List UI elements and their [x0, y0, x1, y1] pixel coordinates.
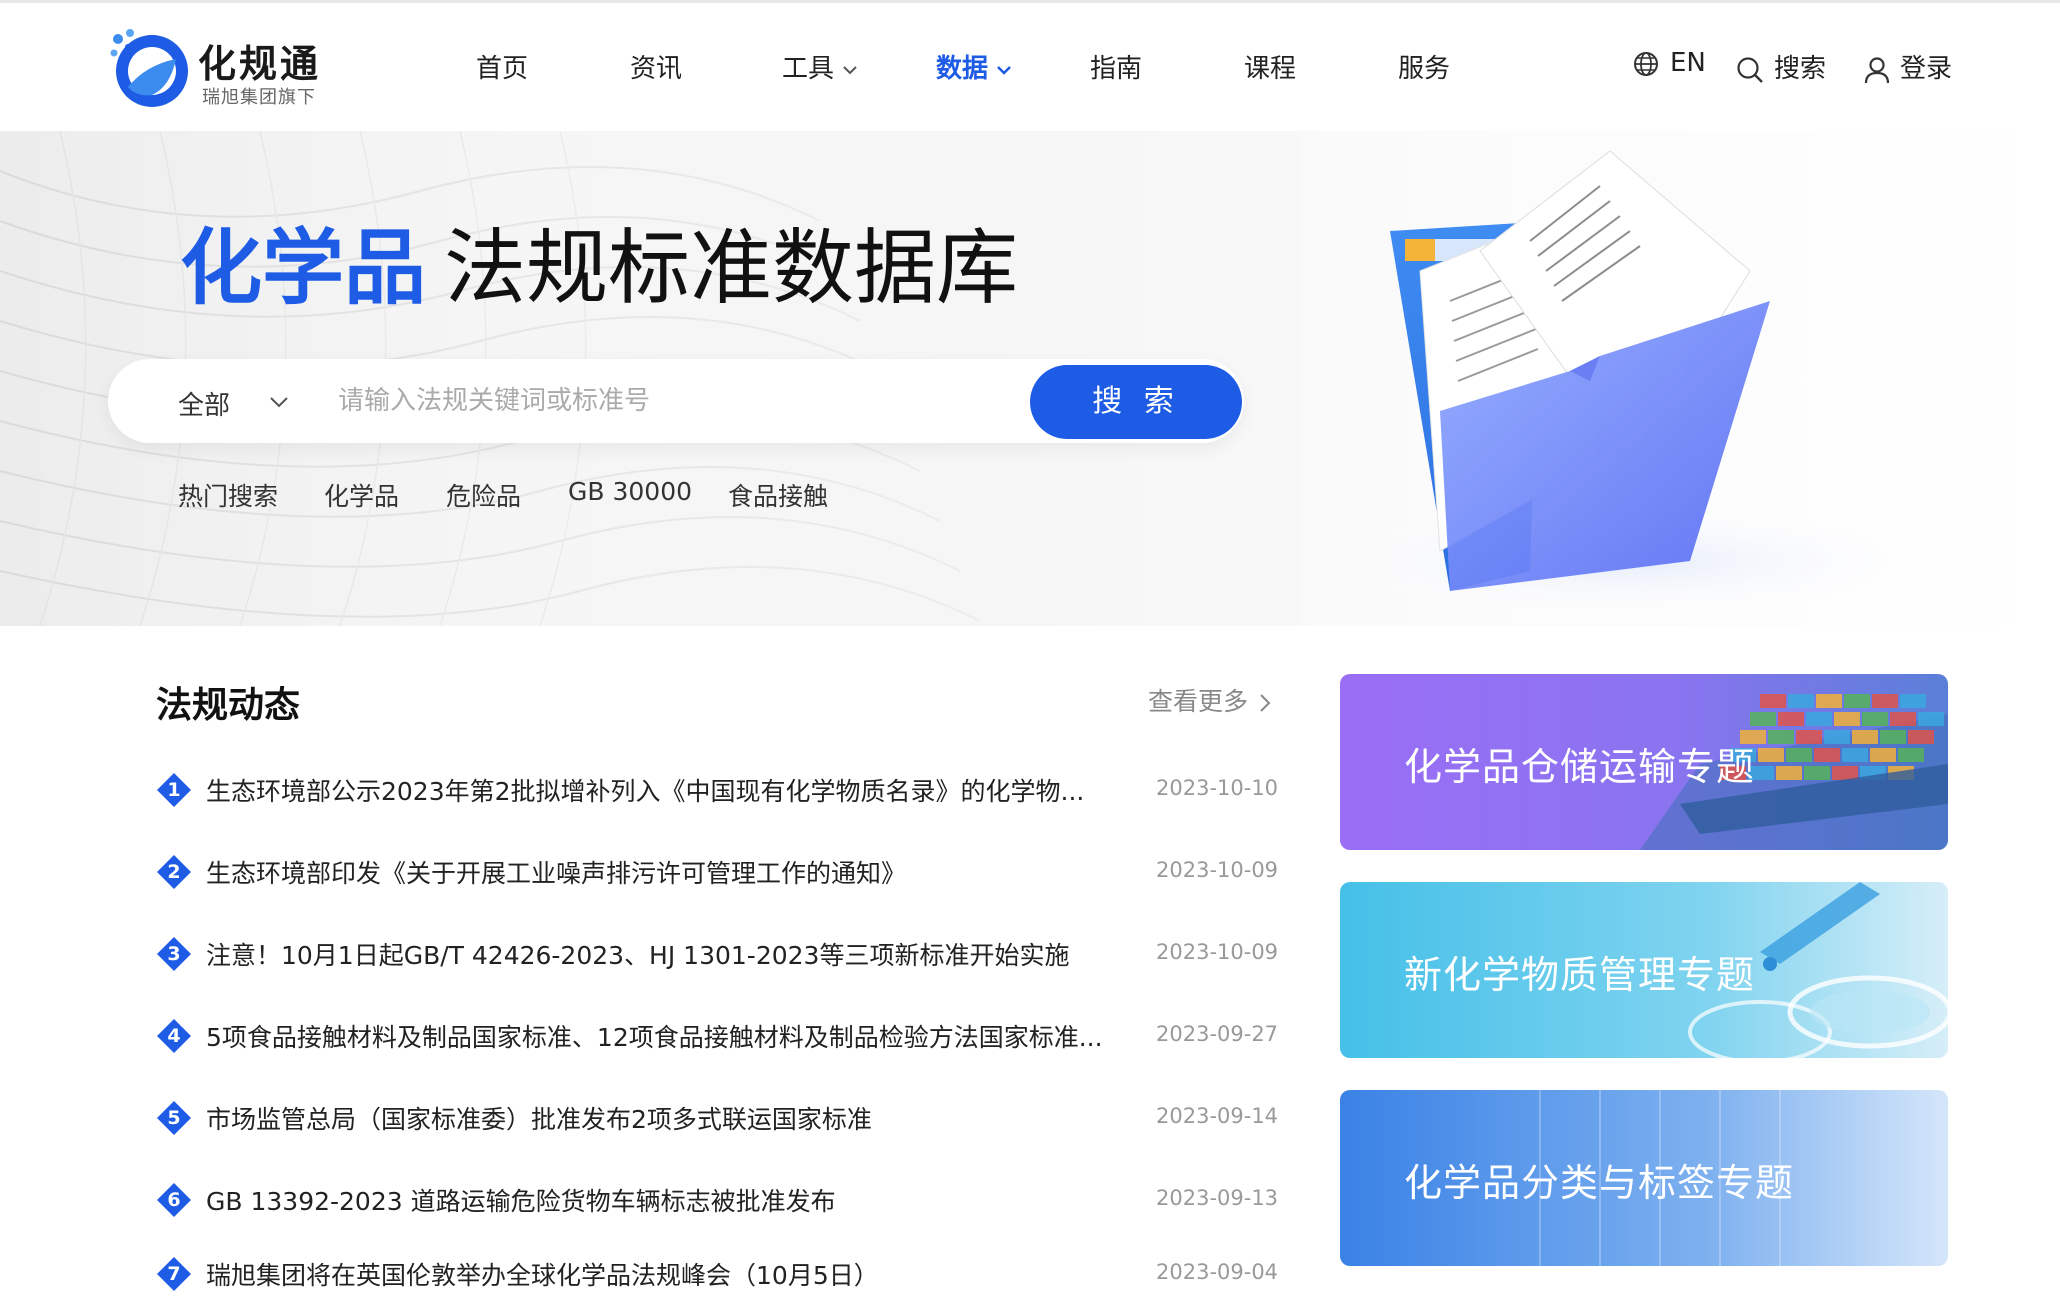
- news-number: 2: [167, 861, 181, 883]
- brand-name: 化规通: [198, 42, 322, 86]
- number-badge-icon: 1: [156, 772, 192, 808]
- hero-banner: 化学品法规标准数据库 全部 搜 索 热门搜索 化学品 危险品 GB 30000 …: [0, 131, 2060, 626]
- topic-title: 化学品仓储运输专题: [1404, 745, 1756, 789]
- login-link[interactable]: 登录: [1864, 48, 1952, 85]
- chevron-down-icon: [843, 65, 857, 74]
- number-badge-icon: 6: [156, 1182, 192, 1218]
- search-input[interactable]: [338, 379, 1088, 423]
- nav-item-services[interactable]: 服务: [1398, 48, 1450, 85]
- search-button[interactable]: 搜 索: [1030, 365, 1242, 439]
- database-search-bar: 全部 搜 索: [108, 359, 1244, 443]
- news-number: 1: [167, 779, 181, 801]
- news-number: 4: [167, 1025, 181, 1047]
- news-title: GB 13392-2023 道路运输危险货物车辆标志被批准发布: [206, 1187, 836, 1216]
- news-section-title: 法规动态: [156, 685, 301, 726]
- topic-card-new-substances[interactable]: 新化学物质管理专题: [1340, 882, 1948, 1058]
- nav-label: 首页: [476, 54, 529, 84]
- nav-item-tools[interactable]: 工具: [782, 48, 858, 85]
- news-title: 市场监管总局（国家标准委）批准发布2项多式联运国家标准: [206, 1105, 872, 1134]
- news-item[interactable]: 5 市场监管总局（国家标准委）批准发布2项多式联运国家标准 2023-09-14: [156, 1096, 1316, 1136]
- news-date: 2023-10-09: [1156, 940, 1279, 964]
- language-switch[interactable]: EN: [1632, 48, 1706, 78]
- news-item[interactable]: 4 5项食品接触材料及制品国家标准、12项食品接触材料及制品检验方法国家标准..…: [156, 1014, 1316, 1054]
- news-number: 3: [167, 943, 181, 965]
- search-scope-select[interactable]: 全部: [178, 385, 288, 422]
- chevron-right-icon: [1260, 694, 1271, 712]
- news-title: 生态环境部印发《关于开展工业噪声排污许可管理工作的通知》: [206, 859, 907, 888]
- news-date: 2023-10-10: [1156, 776, 1279, 800]
- news-date: 2023-09-27: [1156, 1022, 1279, 1046]
- news-item[interactable]: 1 生态环境部公示2023年第2批拟增补列入《中国现有化学物质名录》的化学物..…: [156, 768, 1316, 808]
- user-icon: [1864, 56, 1890, 83]
- news-number: 5: [167, 1107, 181, 1129]
- topic-title: 化学品分类与标签专题: [1404, 1161, 1795, 1205]
- nav-label: 指南: [1090, 54, 1143, 84]
- hero-title-highlight: 化学品: [180, 221, 427, 316]
- hot-search-term[interactable]: 危险品: [446, 477, 521, 513]
- news-date: 2023-10-09: [1156, 858, 1279, 882]
- number-badge-icon: 7: [156, 1256, 192, 1292]
- hot-search-term[interactable]: 食品接触: [728, 477, 828, 513]
- search-label: 搜索: [1774, 54, 1827, 84]
- news-item[interactable]: 2 生态环境部印发《关于开展工业噪声排污许可管理工作的通知》 2023-10-0…: [156, 850, 1316, 890]
- news-title: 注意！10月1日起GB/T 42426-2023、HJ 1301-2023等三项…: [206, 941, 1070, 970]
- content-card: 法规动态 查看更多 1 生态环境部公示2023年第2批拟增补列入《中国现有化学物…: [108, 626, 1996, 1291]
- header-search[interactable]: 搜索: [1736, 48, 1826, 85]
- number-badge-icon: 3: [156, 936, 192, 972]
- news-title: 生态环境部公示2023年第2批拟增补列入《中国现有化学物质名录》的化学物...: [206, 777, 1085, 806]
- scope-label: 全部: [178, 391, 231, 421]
- language-label: EN: [1670, 48, 1706, 78]
- view-more-label: 查看更多: [1148, 687, 1249, 716]
- news-title: 瑞旭集团将在英国伦敦举办全球化学品法规峰会（10月5日）: [206, 1261, 879, 1290]
- news-number: 6: [167, 1189, 181, 1211]
- chevron-down-icon: [997, 65, 1011, 75]
- nav-label: 服务: [1398, 54, 1451, 84]
- nav-item-data[interactable]: 数据: [936, 48, 1012, 142]
- nav-item-guide[interactable]: 指南: [1090, 48, 1142, 85]
- topic-card-classification-labeling[interactable]: 化学品分类与标签专题: [1340, 1090, 1948, 1266]
- nav-label: 工具: [782, 54, 835, 84]
- hero-title-rest: 法规标准数据库: [444, 221, 1019, 316]
- login-label: 登录: [1900, 54, 1953, 84]
- news-number: 7: [167, 1263, 181, 1285]
- news-item[interactable]: 3 注意！10月1日起GB/T 42426-2023、HJ 1301-2023等…: [156, 932, 1316, 972]
- number-badge-icon: 5: [156, 1100, 192, 1136]
- nav-item-home[interactable]: 首页: [476, 48, 528, 85]
- number-badge-icon: 4: [156, 1018, 192, 1054]
- folder-illustration: [1300, 150, 1960, 621]
- news-date: 2023-09-13: [1156, 1186, 1279, 1210]
- nav-item-news[interactable]: 资讯: [630, 48, 682, 85]
- news-title: 5项食品接触材料及制品国家标准、12项食品接触材料及制品检验方法国家标准...: [206, 1023, 1103, 1052]
- search-icon: [1737, 56, 1763, 83]
- site-logo[interactable]: 化规通 瑞旭集团旗下: [106, 25, 336, 109]
- nav-label: 课程: [1244, 54, 1297, 84]
- number-badge-icon: 2: [156, 854, 192, 890]
- chevron-down-icon: [270, 397, 288, 408]
- hot-search-label: 热门搜索: [178, 482, 279, 511]
- topic-title: 新化学物质管理专题: [1404, 953, 1756, 997]
- logo-mark-icon: [110, 29, 188, 107]
- brand-subtitle: 瑞旭集团旗下: [202, 87, 316, 108]
- view-more-link[interactable]: 查看更多: [1148, 682, 1272, 718]
- news-item[interactable]: 6 GB 13392-2023 道路运输危险货物车辆标志被批准发布 2023-0…: [156, 1178, 1316, 1218]
- nav-label: 数据: [936, 54, 989, 84]
- news-item[interactable]: 7 瑞旭集团将在英国伦敦举办全球化学品法规峰会（10月5日） 2023-09-0…: [156, 1252, 1316, 1292]
- topic-card-storage-transport[interactable]: 化学品仓储运输专题: [1340, 674, 1948, 850]
- hot-search-term[interactable]: GB 30000: [568, 477, 692, 506]
- site-header: 化规通 瑞旭集团旗下 首页 资讯 工具 数据 指南 课程 服务 EN 搜索 登录: [0, 3, 2060, 142]
- hot-search-term[interactable]: 化学品: [324, 477, 399, 513]
- news-date: 2023-09-14: [1156, 1104, 1279, 1128]
- hero-title: 化学品 法规标准数据库: [180, 201, 1018, 320]
- globe-icon: [1634, 51, 1658, 76]
- nav-item-courses[interactable]: 课程: [1244, 48, 1296, 85]
- nav-label: 资讯: [630, 54, 683, 84]
- news-date: 2023-09-04: [1156, 1260, 1279, 1284]
